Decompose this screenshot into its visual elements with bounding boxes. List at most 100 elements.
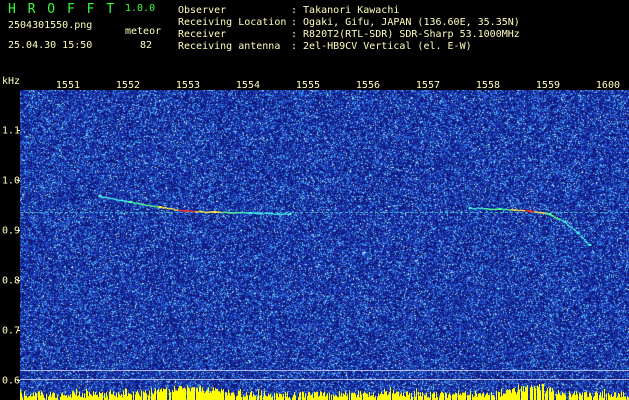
x-tick-label: 1554 <box>236 80 260 91</box>
echo-trace-dot <box>523 210 526 212</box>
echo-trace-dot <box>485 208 488 210</box>
echo-trace-dot <box>125 200 128 202</box>
x-tick-label: 1552 <box>116 80 140 91</box>
echo-trace-dot <box>525 209 528 212</box>
echo-trace-dot <box>532 211 535 213</box>
echo-trace-dot <box>138 203 141 205</box>
echo-trace-dot <box>106 197 109 199</box>
echo-trace-dot <box>472 207 475 210</box>
echo-point <box>158 206 162 208</box>
echo-trace-dot <box>541 212 544 214</box>
echo-point <box>528 210 532 212</box>
echo-trace-dot <box>202 211 205 213</box>
echo-trace-dot <box>121 200 124 202</box>
echo-trace-dot <box>260 213 263 215</box>
x-tick-label: 1558 <box>476 80 500 91</box>
echo-trace-dot <box>151 205 154 207</box>
echo-trace-dot <box>197 211 200 213</box>
echo-trace-dot <box>508 209 511 211</box>
echo-trace-dot <box>515 209 518 211</box>
echo-point <box>588 244 592 246</box>
echo-trace-dot <box>162 207 165 209</box>
echo-trace-dot <box>233 212 236 214</box>
x-tick-label: 1600 <box>596 80 620 91</box>
echo-point <box>183 210 187 212</box>
echo-trace-dot <box>482 207 485 210</box>
echo-trace-dot <box>114 198 116 200</box>
echo-trace-dot <box>142 204 145 206</box>
echo-trace-dot <box>168 207 171 210</box>
echo-trace-dot <box>579 235 582 237</box>
echo-trace-dot <box>270 212 272 215</box>
echo-trace-dot <box>519 209 522 211</box>
echo-trace-dot <box>517 210 520 212</box>
echo-point <box>498 208 502 210</box>
echo-trace-dot <box>221 212 224 214</box>
echo-trace-dot <box>474 208 477 210</box>
echo-trace-dot <box>487 208 490 210</box>
echo-trace-dot <box>117 199 120 201</box>
echo-trace-dot <box>123 200 126 202</box>
echo-trace-dot <box>281 213 284 216</box>
echo-trace-dot <box>191 210 194 213</box>
echo-trace-dot <box>102 196 105 199</box>
echo-trace-dot <box>195 211 198 213</box>
echo-trace-dot <box>136 202 139 204</box>
echo-trace-dot <box>512 209 515 211</box>
echo-trace-dot <box>285 213 288 215</box>
echo-trace-dot <box>187 210 190 212</box>
echo-trace-dot <box>268 212 270 215</box>
echo-trace-dot <box>476 207 479 209</box>
echo-trace-dot <box>145 204 148 207</box>
echo-trace-dot <box>155 205 158 208</box>
echo-trace-dot <box>180 209 183 212</box>
echo-trace-dot <box>275 213 278 216</box>
echo-trace-dot <box>134 202 137 205</box>
echo-trace-dot <box>256 212 259 214</box>
echo-point <box>98 195 102 197</box>
echo-trace-dot <box>586 242 589 244</box>
echo-point <box>128 201 132 203</box>
echo-trace-dot <box>164 207 167 209</box>
echo-point <box>288 213 292 215</box>
echo-trace-dot <box>273 213 276 216</box>
echo-trace-dot <box>149 205 152 207</box>
echo-trace-dot <box>252 212 255 214</box>
echo-trace-dot <box>112 198 115 200</box>
echo-point <box>548 213 552 215</box>
echo-trace-dot <box>539 211 542 214</box>
echo-trace-dot <box>574 229 577 232</box>
echo-trace-dot <box>258 213 261 215</box>
echo-trace-dot <box>495 208 498 211</box>
echo-trace-dot <box>193 210 196 213</box>
echo-trace-dot <box>208 211 211 213</box>
echo-trace-dot <box>241 211 244 214</box>
echo-trace-dot <box>264 212 267 214</box>
echo-trace-dot <box>235 212 238 214</box>
echo-trace-dot <box>245 212 248 214</box>
echo-trace-dot <box>199 210 201 212</box>
echo-trace-dot <box>140 203 143 206</box>
spectrogram-chart: kHz 1551 1552 1553 1554 1555 1556 1557 1558 1559… <box>2 76 629 400</box>
echo-trace-dot <box>543 212 546 214</box>
echo-trace-dot <box>170 208 173 210</box>
echo-trace-dot <box>484 208 486 210</box>
echo-trace-dot <box>115 199 118 201</box>
echo-trace-dot <box>254 212 257 215</box>
echo-trace-dot <box>237 211 240 214</box>
echo-trace-dot <box>219 211 222 214</box>
echo-trace-dot <box>502 209 505 211</box>
echo-trace-dot <box>210 211 213 213</box>
echo-trace-dot <box>144 204 146 206</box>
echo-trace-dot <box>206 211 209 214</box>
echo-point <box>213 211 217 213</box>
echo-trace-dot <box>582 237 585 240</box>
echo-trace-dot <box>178 209 181 212</box>
echo-trace-dot <box>506 208 509 211</box>
echo-trace-dot <box>565 222 568 225</box>
x-tick-label: 1556 <box>356 80 380 91</box>
echo-trace-dot <box>545 212 548 215</box>
echo-trace-dot <box>132 202 135 204</box>
echo-trace-dot <box>108 197 111 199</box>
hrofft-window: { "header": { "app_name": "H R O F F T",… <box>0 0 629 400</box>
